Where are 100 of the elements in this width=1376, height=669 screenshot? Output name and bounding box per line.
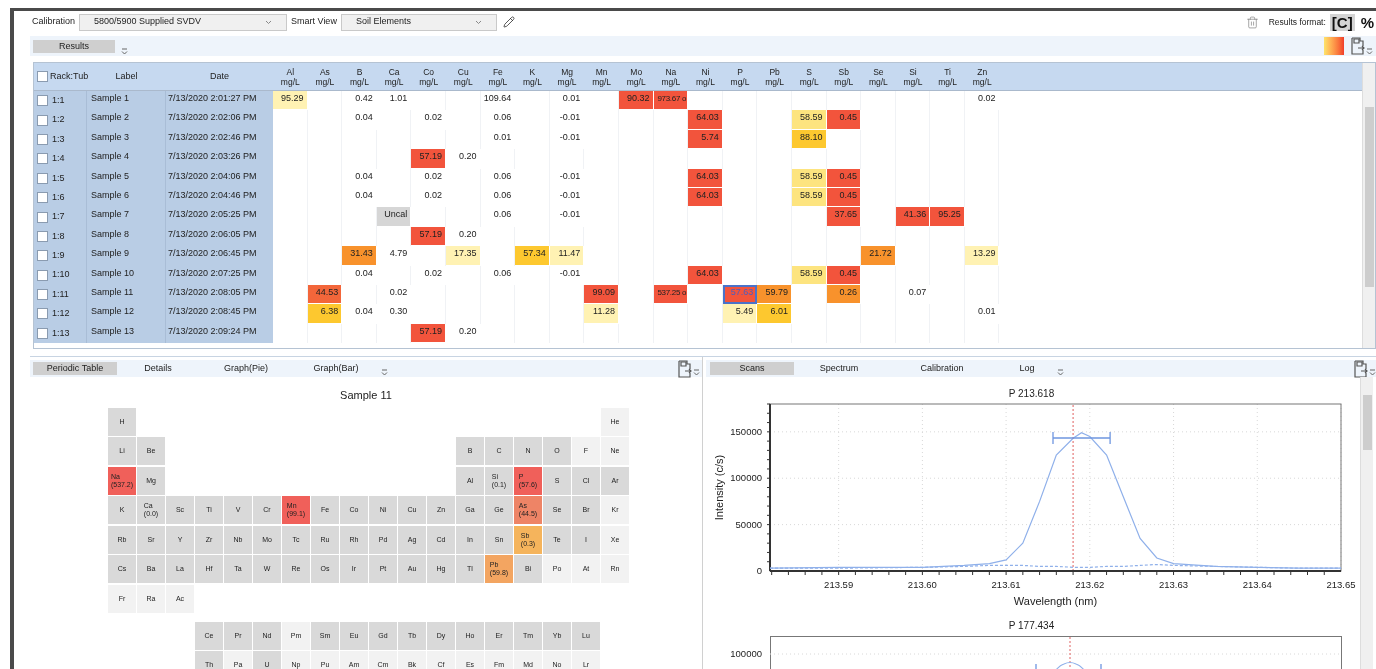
table-cell[interactable]: 0.20 bbox=[445, 323, 481, 344]
table-cell[interactable]: 57.19 bbox=[411, 323, 446, 344]
column-header[interactable]: Si mg/L bbox=[895, 66, 931, 87]
tab[interactable]: Graph(Pie) bbox=[201, 362, 291, 375]
tab[interactable]: Log bbox=[997, 362, 1057, 375]
table-cell[interactable]: 0.02 bbox=[411, 168, 446, 188]
document-arrow-icon[interactable] bbox=[1350, 37, 1366, 55]
tab[interactable]: Details bbox=[127, 362, 189, 375]
table-cell[interactable]: 0.04 bbox=[342, 304, 377, 324]
table-cell[interactable]: 0.06 bbox=[480, 110, 516, 130]
column-header[interactable]: Label bbox=[87, 69, 166, 84]
table-cell[interactable]: 0.01 bbox=[549, 91, 585, 111]
table-cell[interactable]: -0.01 bbox=[549, 207, 585, 227]
table-cell[interactable]: 0.07 bbox=[895, 284, 931, 305]
table-cell[interactable]: -0.01 bbox=[549, 129, 585, 150]
checkbox[interactable] bbox=[37, 153, 48, 165]
column-header[interactable]: B mg/L bbox=[342, 66, 377, 87]
table-cell[interactable]: -0.01 bbox=[549, 265, 585, 285]
table-cell[interactable]: 57.19 bbox=[411, 226, 446, 247]
table-cell[interactable]: 13.29 bbox=[964, 246, 1000, 266]
color-scale-icon[interactable] bbox=[1324, 37, 1344, 55]
table-cell[interactable]: 0.45 bbox=[826, 265, 862, 285]
table-cell[interactable]: 0.04 bbox=[342, 187, 377, 208]
tab[interactable]: Scans bbox=[710, 362, 794, 375]
checkbox[interactable] bbox=[37, 230, 48, 242]
column-header[interactable]: Rack:Tub bbox=[50, 69, 89, 84]
tab[interactable]: Results bbox=[33, 39, 115, 53]
checkbox[interactable] bbox=[37, 289, 48, 301]
table-cell[interactable]: 57.19 bbox=[411, 149, 446, 169]
column-header[interactable]: Mn mg/L bbox=[584, 66, 619, 87]
scrollbar[interactable] bbox=[1360, 377, 1373, 669]
column-header[interactable]: Na mg/L bbox=[653, 66, 689, 87]
dropdown-field[interactable]: Soil Elements bbox=[340, 13, 497, 31]
table-cell[interactable]: 0.30 bbox=[376, 304, 412, 324]
table-cell[interactable]: 57.34 bbox=[515, 246, 550, 266]
table-cell[interactable]: 0.02 bbox=[411, 110, 446, 130]
table-cell[interactable]: 0.06 bbox=[480, 187, 516, 208]
table-cell[interactable]: 64.03 bbox=[688, 168, 723, 188]
column-header[interactable]: Ni mg/L bbox=[688, 66, 723, 87]
column-header[interactable]: S mg/L bbox=[791, 66, 827, 87]
checkbox[interactable] bbox=[37, 172, 48, 184]
checkbox[interactable] bbox=[37, 95, 48, 107]
table-cell[interactable]: 58.59 bbox=[791, 168, 827, 188]
table-cell[interactable]: -0.01 bbox=[549, 110, 585, 130]
table-cell[interactable]: 37.65 bbox=[826, 207, 862, 227]
table-cell[interactable]: -0.01 bbox=[549, 187, 585, 208]
table-cell[interactable]: 4.79 bbox=[376, 246, 412, 266]
table-cell[interactable]: 6.01 bbox=[757, 304, 792, 324]
table-cell[interactable]: 0.20 bbox=[445, 149, 481, 169]
checkbox[interactable] bbox=[37, 114, 48, 126]
column-header[interactable]: Fe mg/L bbox=[480, 66, 516, 87]
column-header[interactable]: Ti mg/L bbox=[930, 66, 965, 87]
chevron-icon[interactable] bbox=[474, 19, 482, 25]
tab[interactable]: Periodic Table bbox=[33, 362, 117, 375]
table-cell[interactable]: 11.28 bbox=[584, 304, 619, 324]
dropdown-arrow-icon[interactable] bbox=[121, 47, 128, 55]
table-cell[interactable]: 41.36 bbox=[895, 207, 931, 227]
table-cell[interactable]: 973.67 o bbox=[653, 91, 689, 111]
table-cell[interactable]: 0.06 bbox=[480, 265, 516, 285]
checkbox[interactable] bbox=[37, 192, 48, 204]
table-cell[interactable]: 99.09 bbox=[584, 284, 619, 305]
table-cell[interactable]: 64.03 bbox=[688, 187, 723, 208]
table-cell[interactable]: 0.45 bbox=[826, 110, 862, 130]
table-cell[interactable]: Uncal bbox=[376, 207, 412, 227]
dropdown-arrow-icon[interactable] bbox=[693, 368, 700, 376]
checkbox[interactable] bbox=[37, 133, 48, 145]
column-header[interactable]: Date bbox=[166, 69, 273, 84]
scrollbar[interactable] bbox=[1362, 63, 1375, 348]
table-cell[interactable]: 31.43 bbox=[342, 246, 377, 266]
table-cell[interactable]: 0.01 bbox=[480, 129, 516, 150]
column-header[interactable]: K mg/L bbox=[515, 66, 550, 87]
dropdown-field[interactable]: 5800/5900 Supplied SVDV bbox=[79, 13, 288, 31]
checkbox[interactable] bbox=[37, 327, 48, 339]
column-header[interactable]: Pb mg/L bbox=[757, 66, 792, 87]
table-cell[interactable]: 0.04 bbox=[342, 265, 377, 285]
table-cell[interactable]: 5.49 bbox=[722, 304, 758, 324]
table-cell[interactable]: 21.72 bbox=[861, 246, 896, 266]
table-cell[interactable]: 0.01 bbox=[964, 304, 1000, 324]
dropdown-arrow-icon[interactable] bbox=[381, 368, 388, 376]
table-cell[interactable]: 95.25 bbox=[930, 207, 965, 227]
table-cell[interactable]: -0.01 bbox=[549, 168, 585, 188]
column-header[interactable]: As mg/L bbox=[307, 66, 343, 87]
table-cell[interactable]: 1.01 bbox=[376, 91, 412, 111]
table-cell[interactable]: 17.35 bbox=[445, 246, 481, 266]
table-cell[interactable]: 0.02 bbox=[411, 265, 446, 285]
column-header[interactable]: Ca mg/L bbox=[376, 66, 412, 87]
chevron-icon[interactable] bbox=[265, 19, 273, 25]
table-cell[interactable]: 64.03 bbox=[688, 265, 723, 285]
column-header[interactable]: Zn mg/L bbox=[964, 66, 1000, 87]
column-header[interactable]: Al mg/L bbox=[273, 66, 308, 87]
tab[interactable]: Graph(Bar) bbox=[291, 362, 381, 375]
table-cell[interactable]: 64.03 bbox=[688, 110, 723, 130]
table-cell[interactable]: 0.02 bbox=[376, 284, 412, 305]
column-header[interactable]: Sb mg/L bbox=[826, 66, 862, 87]
checkbox[interactable] bbox=[37, 308, 48, 320]
table-cell[interactable]: 0.42 bbox=[342, 91, 377, 111]
dropdown-arrow-icon[interactable] bbox=[1366, 47, 1373, 55]
column-header[interactable]: P mg/L bbox=[722, 66, 758, 87]
table-cell[interactable]: 0.02 bbox=[964, 91, 1000, 111]
checkbox[interactable] bbox=[37, 211, 48, 223]
